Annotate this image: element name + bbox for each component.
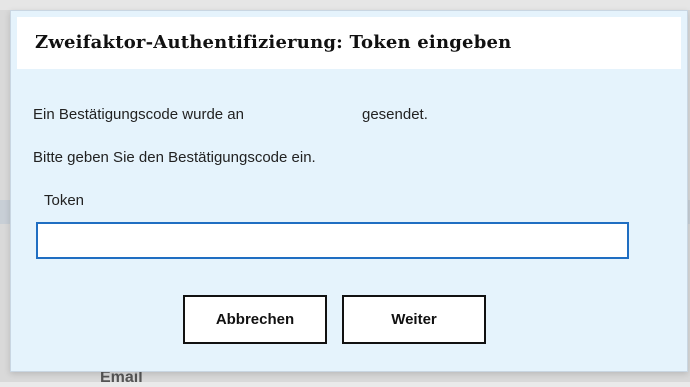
token-input[interactable] <box>36 222 629 259</box>
code-sent-message: Ein Bestätigungscode wurde an gesendet. <box>33 106 428 123</box>
backdrop-field-left <box>0 200 10 224</box>
two-factor-dialog: Zweifaktor-Authentifizierung: Token eing… <box>10 10 688 372</box>
continue-button[interactable]: Weiter <box>342 295 486 344</box>
instruction-text: Bitte geben Sie den Bestätigungscode ein… <box>33 149 316 166</box>
backdrop-top-strip <box>0 0 690 10</box>
cancel-button[interactable]: Abbrechen <box>183 295 327 344</box>
dialog-header: Zweifaktor-Authentifizierung: Token eing… <box>17 17 681 69</box>
code-sent-text-end: gesendet. <box>361 106 428 123</box>
code-sent-text-start: Ein Bestätigungscode wurde an <box>33 106 244 123</box>
dialog-title: Zweifaktor-Authentifizierung: Token eing… <box>35 32 512 53</box>
token-label: Token <box>44 192 85 209</box>
